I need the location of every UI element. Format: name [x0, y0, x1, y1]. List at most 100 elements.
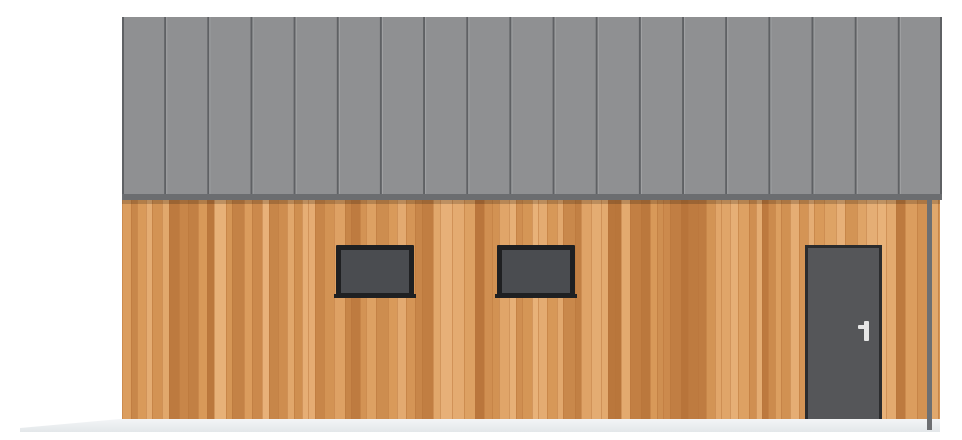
roof-seam-highlight: [727, 17, 729, 195]
wood-plank: [663, 200, 670, 419]
plank-gap: [591, 200, 592, 419]
wood-plank: [896, 200, 905, 419]
wood-plank: [360, 200, 366, 419]
plank-gap: [169, 200, 170, 419]
wood-plank: [591, 200, 601, 419]
wood-plank: [433, 200, 440, 419]
wood-plank: [516, 200, 522, 419]
ground-strip: [20, 419, 940, 432]
plank-gap: [360, 200, 361, 419]
wood-plank: [162, 200, 169, 419]
plank-gap: [938, 200, 939, 419]
plank-gap: [698, 200, 699, 419]
wood-plank: [207, 200, 214, 419]
wood-plank: [738, 200, 749, 419]
wood-plank: [188, 200, 198, 419]
roof-seam-highlight: [770, 17, 772, 195]
house-elevation-scene: [0, 0, 962, 440]
roof-seam: [638, 17, 641, 195]
plank-gap: [232, 200, 233, 419]
roof-seam: [897, 17, 900, 195]
plank-gap: [188, 200, 189, 419]
wood-plank: [538, 200, 547, 419]
plank-gap: [715, 200, 716, 419]
roof-seam: [164, 17, 167, 195]
wood-plank: [302, 200, 308, 419]
wood-plank: [308, 200, 315, 419]
roof-seam-highlight: [899, 17, 901, 195]
wood-plank: [440, 200, 452, 419]
roof-seam: [336, 17, 339, 195]
plank-gap: [287, 200, 288, 419]
wood-plank: [621, 200, 630, 419]
wood-plank: [721, 200, 730, 419]
plank-gap: [315, 200, 316, 419]
plank-gap: [721, 200, 722, 419]
plank-gap: [775, 200, 776, 419]
wood-plank: [324, 200, 334, 419]
wood-plank: [768, 200, 775, 419]
plank-gap: [557, 200, 558, 419]
plank-gap: [366, 200, 367, 419]
plank-gap: [886, 200, 887, 419]
roof-seam-highlight: [684, 17, 686, 195]
plank-gap: [422, 200, 423, 419]
plank-gap: [207, 200, 208, 419]
wood-plank: [452, 200, 464, 419]
wood-plank: [475, 200, 484, 419]
roof-seam: [466, 17, 469, 195]
plank-gap: [464, 200, 465, 419]
roof-seam: [207, 17, 210, 195]
wood-plank: [608, 200, 615, 419]
wood-plank: [698, 200, 706, 419]
wood-plank: [244, 200, 252, 419]
roof-seam-highlight: [813, 17, 815, 195]
plank-gap: [406, 200, 407, 419]
downpipe: [927, 200, 932, 430]
wood-plank: [415, 200, 422, 419]
plank-gap: [122, 200, 123, 419]
wood-plank: [294, 200, 302, 419]
wood-plank: [169, 200, 179, 419]
roof-seam-highlight: [166, 17, 168, 195]
wood-plank: [376, 200, 388, 419]
plank-gap: [516, 200, 517, 419]
plank-gap: [226, 200, 227, 419]
roof-seam: [552, 17, 555, 195]
plank-gap: [799, 200, 800, 419]
plank-gap: [269, 200, 270, 419]
wood-plank: [388, 200, 397, 419]
window-icon: [495, 245, 577, 298]
wood-plank: [630, 200, 641, 419]
plank-gap: [547, 200, 548, 419]
wood-plank: [179, 200, 188, 419]
wood-plank: [547, 200, 557, 419]
plank-gap: [575, 200, 576, 419]
wood-plank: [131, 200, 137, 419]
wood-plank: [492, 200, 499, 419]
wood-plank: [484, 200, 492, 419]
wood-plank: [905, 200, 917, 419]
plank-gap: [137, 200, 138, 419]
wood-plank: [601, 200, 608, 419]
roof-seam-highlight: [511, 17, 513, 195]
wood-plank: [575, 200, 581, 419]
plank-gap: [388, 200, 389, 419]
plank-gap: [601, 200, 602, 419]
wood-plank: [334, 200, 345, 419]
roof-seam: [854, 17, 857, 195]
plank-gap: [302, 200, 303, 419]
wood-plank: [917, 200, 927, 419]
wood-plank: [351, 200, 360, 419]
plank-gap: [278, 200, 279, 419]
plank-gap: [768, 200, 769, 419]
wood-plank: [499, 200, 509, 419]
wood-plank: [198, 200, 207, 419]
plank-gap: [146, 200, 147, 419]
wood-plank: [122, 200, 131, 419]
roof-seam: [725, 17, 728, 195]
plank-gap: [706, 200, 707, 419]
plank-gap: [198, 200, 199, 419]
roof-seam-highlight: [640, 17, 642, 195]
roof-seam: [250, 17, 253, 195]
